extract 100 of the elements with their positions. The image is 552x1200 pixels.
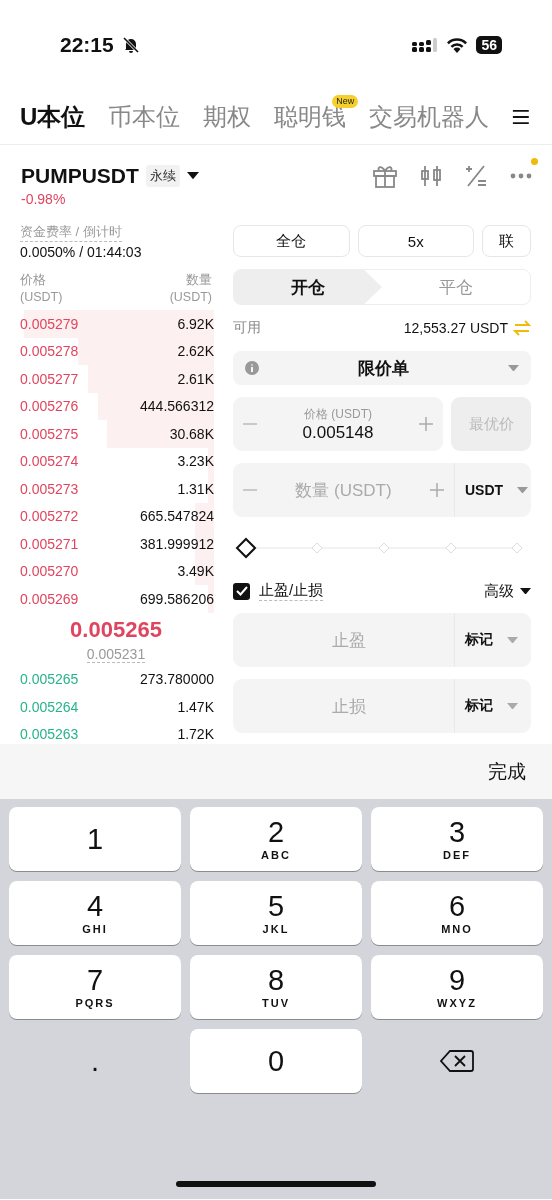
bid-amount: 1.72K [177, 726, 214, 743]
ask-price[interactable]: 0.005270 [20, 563, 79, 580]
ask-amount: 3.49K [177, 563, 214, 580]
quantity-placeholder: 数量 (USDT) [295, 479, 392, 502]
market-tab[interactable]: 币本位 [108, 101, 181, 133]
price-label: 价格 (USDT) [304, 405, 372, 423]
ask-amount: 665.547824 [140, 508, 214, 525]
bid-amount: 1.47K [177, 698, 214, 715]
column-header: 数量 (USDT) [169, 272, 212, 306]
ask-amount: 2.62K [177, 343, 214, 360]
contract-type-tag: 永续 [145, 165, 180, 187]
trigger-type[interactable]: 标记 [465, 697, 493, 715]
ask-amount: 699.586206 [140, 590, 214, 607]
digit-key[interactable]: 7 PQRS [9, 955, 181, 1019]
ask-row[interactable]: 0.005272 665.547824 [20, 502, 214, 530]
ask-row[interactable]: 0.005279 6.92K [20, 310, 214, 338]
ask-price[interactable]: 0.005273 [20, 480, 79, 497]
wifi-icon [446, 37, 469, 53]
last-price: 0.005265 [70, 616, 162, 643]
ask-row[interactable]: 0.005271 381.999912 [20, 530, 214, 558]
digit-key[interactable]: 2 ABC [190, 807, 362, 871]
ask-price[interactable]: 0.005269 [20, 590, 79, 607]
dropdown-caret-icon [520, 587, 531, 595]
ask-row[interactable]: 0.005277 2.61K [20, 365, 214, 393]
ask-amount: 30.68K [169, 425, 214, 442]
ask-price[interactable]: 0.005276 [20, 398, 79, 415]
market-tab[interactable]: U本位 [20, 101, 86, 133]
digit-key[interactable]: 1 [9, 807, 181, 871]
ask-amount: 1.31K [177, 480, 214, 497]
cellular-signal-icon [412, 38, 439, 52]
column-header: 价格 (USDT) [20, 272, 63, 306]
ask-amount: 381.999912 [140, 535, 214, 552]
backspace-icon[interactable] [440, 1049, 474, 1073]
muted-bell-icon [121, 36, 140, 54]
ask-row[interactable]: 0.005274 3.23K [20, 447, 214, 475]
done-button[interactable]: 完成 [482, 757, 532, 786]
ask-price[interactable]: 0.005272 [20, 508, 79, 525]
notification-dot [531, 158, 538, 165]
ask-price[interactable]: 0.005279 [20, 315, 79, 332]
funding-rate-value: 0.0050% / 01:44:03 [20, 244, 143, 260]
take-profit-field[interactable]: 止盈 标记 [233, 613, 531, 667]
ask-row[interactable]: 0.005278 2.62K [20, 337, 214, 365]
dropdown-caret-icon [507, 702, 518, 710]
digit-key[interactable]: 4 GHI [9, 881, 181, 945]
dropdown-caret-icon [508, 364, 519, 372]
checkbox[interactable] [233, 582, 250, 600]
market-tab[interactable]: 期权 [203, 101, 252, 133]
ask-row[interactable]: 0.005270 3.49K [20, 557, 214, 585]
candlestick-icon[interactable] [420, 164, 442, 188]
stop-loss-placeholder: 止损 [331, 695, 366, 718]
available-label: 可用 [233, 319, 261, 337]
more-icon[interactable] [510, 173, 532, 179]
symbol-name[interactable]: PUMPUSDT [21, 164, 139, 188]
bid-amount: 273.780000 [140, 671, 214, 688]
quantity-unit[interactable]: USDT [465, 482, 504, 498]
ask-amount: 3.23K [177, 453, 214, 470]
ask-amount: 444.566312 [140, 398, 214, 415]
transfer-icon[interactable] [513, 320, 531, 336]
ask-amount: 6.92K [177, 315, 214, 332]
new-badge: New [332, 95, 359, 108]
price-change: -0.98% [21, 191, 67, 207]
dropdown-caret-icon [507, 636, 518, 644]
ask-row[interactable]: 0.005269 699.586206 [20, 585, 214, 613]
position-tab[interactable]: 开仓 [234, 270, 382, 304]
stop-loss-field[interactable]: 止损 标记 [233, 679, 531, 733]
ask-row[interactable]: 0.005276 444.566312 [20, 392, 214, 420]
digit-key[interactable]: 9 WXYZ [371, 955, 543, 1019]
ask-price[interactable]: 0.005277 [20, 370, 79, 387]
digit-key[interactable]: 5 JKL [190, 881, 362, 945]
decimal-key[interactable]: . [9, 1029, 181, 1093]
battery-level: 56 [476, 36, 502, 54]
link-button[interactable]: 联 [482, 225, 531, 257]
digit-key[interactable]: 6 MNO [371, 881, 543, 945]
available-balance: 12,553.27 USDT [403, 320, 508, 336]
take-profit-placeholder: 止盈 [331, 629, 366, 652]
ask-row[interactable]: 0.005275 30.68K [20, 420, 214, 448]
order-type-select[interactable]: 限价单 [233, 351, 531, 385]
dropdown-caret-icon [517, 486, 529, 494]
ask-row[interactable]: 0.005273 1.31K [20, 475, 214, 503]
digit-key[interactable]: 3 DEF [371, 807, 543, 871]
menu-icon[interactable] [512, 108, 530, 126]
ask-price[interactable]: 0.005275 [20, 425, 79, 442]
ask-price[interactable]: 0.005271 [20, 535, 79, 552]
clock-time: 22:15 [60, 33, 114, 57]
leverage-button[interactable]: 5x [357, 225, 474, 257]
ask-price[interactable]: 0.005274 [20, 453, 79, 470]
advanced-toggle[interactable]: 高级 [484, 581, 514, 601]
market-tab[interactable]: 交易机器人 [369, 101, 490, 133]
digit-key[interactable]: 0 [190, 1029, 362, 1093]
dropdown-caret-icon [186, 172, 199, 180]
quantity-field[interactable]: 数量 (USDT) USDT [233, 463, 531, 517]
tpsl-label[interactable]: 止盈/止损 [259, 581, 324, 601]
ask-amount: 2.61K [177, 370, 214, 387]
ask-price[interactable]: 0.005278 [20, 343, 79, 360]
gift-icon[interactable] [372, 164, 398, 188]
digit-key[interactable]: 8 TUV [190, 955, 362, 1019]
calculator-icon[interactable] [464, 164, 488, 188]
margin-mode-button[interactable]: 全仓 [233, 225, 350, 257]
price-value: 0.005148 [302, 422, 374, 443]
trigger-type[interactable]: 标记 [465, 631, 493, 649]
